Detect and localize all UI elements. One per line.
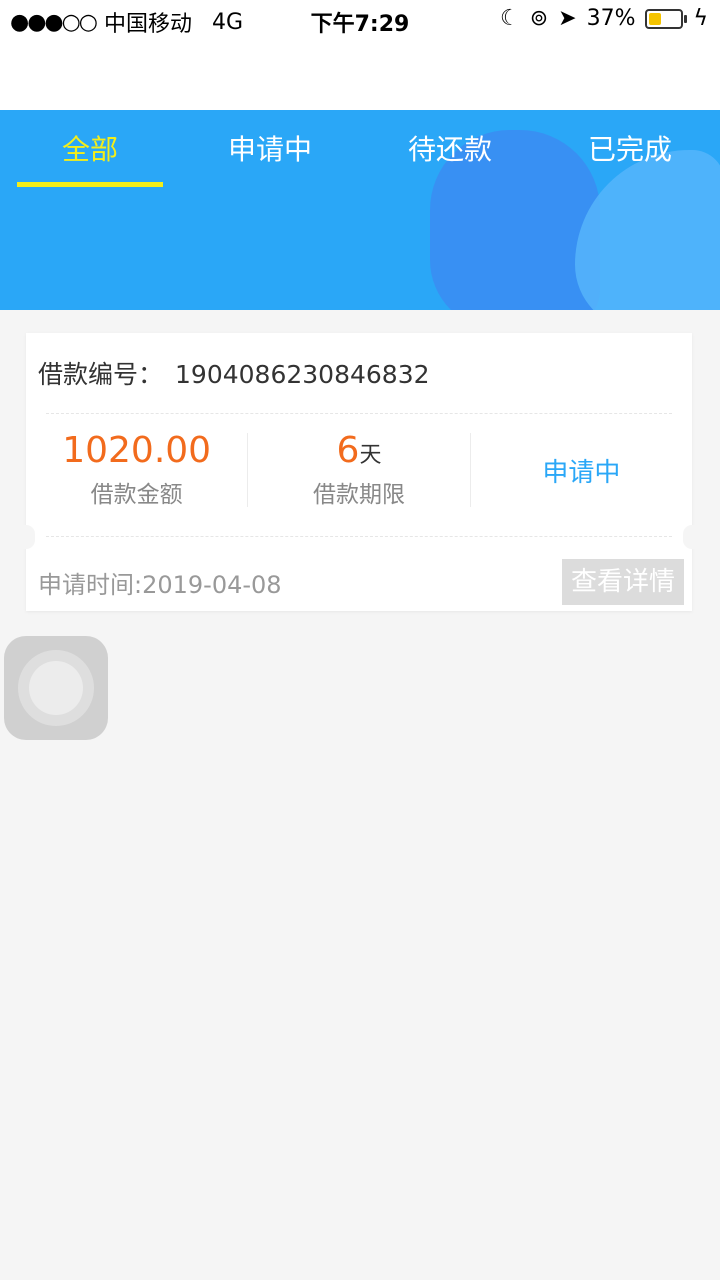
location-arrow-icon: ➤ (558, 6, 577, 31)
loan-number: 1904086230846832 (175, 360, 430, 389)
loan-term-value: 6 (336, 430, 360, 471)
assistive-touch-button[interactable] (4, 636, 108, 740)
loan-term-unit: 天 (359, 443, 382, 468)
active-tab-indicator (17, 182, 163, 187)
nav-bar (0, 40, 720, 110)
apply-time: 申请时间:2019-04-08 (38, 571, 282, 599)
tab-label: 已完成 (587, 133, 672, 166)
loan-term-label: 借款期限 (312, 482, 405, 508)
card-notch (17, 525, 35, 549)
tab-bar: 全部 申请中 待还款 已完成 (0, 110, 720, 190)
divider (46, 536, 672, 537)
battery-icon (645, 8, 688, 29)
assistive-touch-ring (29, 661, 83, 715)
divider (46, 413, 672, 414)
tab-all[interactable]: 全部 (0, 110, 180, 190)
tab-applying[interactable]: 申请中 (180, 110, 360, 190)
tab-label: 待还款 (407, 133, 492, 166)
card-notch (683, 525, 701, 549)
card-footer: 申请时间:2019-04-08 查看详情 (26, 551, 692, 611)
loan-card[interactable]: 借款编号： 1904086230846832 1020.00 借款金额 6天 借款… (17, 333, 701, 611)
loan-number-label: 借款编号： (38, 360, 164, 389)
tab-completed[interactable]: 已完成 (540, 110, 720, 190)
header-banner: 全部 申请中 待还款 已完成 (0, 110, 720, 310)
loan-amount-block: 1020.00 借款金额 (26, 430, 249, 508)
loan-amount-label: 借款金额 (90, 482, 183, 508)
status-bar: ●●●○○ 中国移动 4G 下午7:29 ☾ ⊚ ➤ 37% ϟ (0, 0, 720, 40)
moon-icon: ☾ (499, 6, 520, 31)
battery-percent: 37% (586, 6, 636, 31)
charging-icon: ϟ (693, 6, 708, 31)
loan-status: 申请中 (542, 457, 621, 488)
tab-pending-repayment[interactable]: 待还款 (360, 110, 540, 190)
tab-label: 全部 (61, 133, 118, 166)
loan-number-row: 借款编号： 1904086230846832 (38, 355, 430, 391)
loan-term-block: 6天 借款期限 (248, 430, 471, 508)
view-details-button[interactable]: 查看详情 (562, 559, 684, 605)
tab-label: 申请中 (227, 133, 312, 166)
loan-stats: 1020.00 借款金额 6天 借款期限 申请中 (26, 425, 692, 515)
loan-amount: 1020.00 (62, 430, 212, 471)
rotation-lock-icon: ⊚ (529, 6, 549, 31)
